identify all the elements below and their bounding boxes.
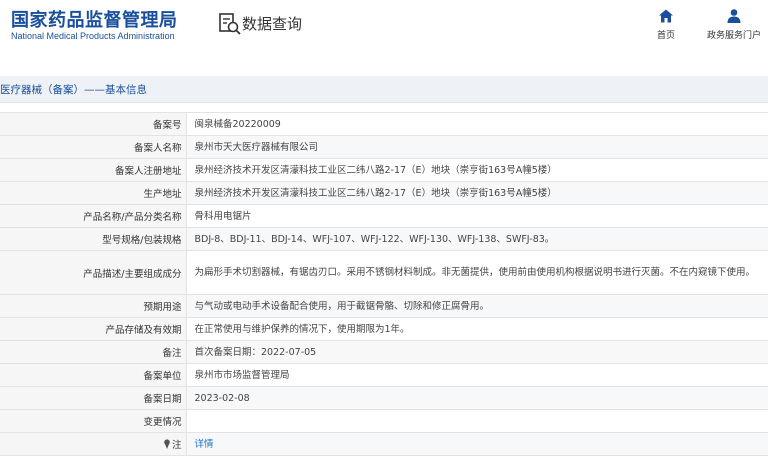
table-row: 备案号 闽泉械备20220009	[0, 112, 768, 136]
row-value: 2023-02-08	[186, 386, 768, 410]
table-row: 备注 首次备案日期：2022-07-05	[0, 340, 768, 364]
nav-home[interactable]: 首页	[648, 8, 684, 41]
table-row: 预期用途 与气动或电动手术设备配合使用，用于截锯骨骼、切除和修正腐骨用。	[0, 294, 768, 318]
nav-home-label: 首页	[656, 31, 675, 41]
row-value: 骨科用电锯片	[186, 204, 768, 228]
row-label: 产品描述/主要组成成分	[0, 250, 187, 295]
row-label: 备注	[0, 340, 187, 364]
table-row: 生产地址 泉州经济技术开发区清濛科技工业区二纬八路2-17（E）地块（崇亨街16…	[0, 181, 768, 205]
table-row: 备案人注册地址 泉州经济技术开发区清濛科技工业区二纬八路2-17（E）地块（崇亨…	[0, 158, 768, 182]
row-label: 产品名称/产品分类名称	[0, 204, 187, 228]
table-row: 注 详情	[0, 432, 768, 456]
row-label: 预期用途	[0, 294, 187, 318]
row-value: 为扁形手术切割器械，有锯齿刃口。采用不锈钢材料制成。非无菌提供，使用前由使用机构…	[186, 250, 768, 295]
row-label: 备案单位	[0, 363, 187, 387]
breadcrumb-bar: 医疗器械（备案）——基本信息	[0, 76, 768, 103]
row-label: 备案日期	[0, 386, 187, 410]
row-label: 备案人注册地址	[0, 158, 187, 182]
nav-portal[interactable]: 政务服务门户	[702, 8, 766, 41]
row-label: 备案人名称	[0, 135, 187, 159]
row-value: 泉州经济技术开发区清濛科技工业区二纬八路2-17（E）地块（崇亨街163号A幢5…	[186, 181, 768, 205]
row-label: 产品存储及有效期	[0, 317, 187, 341]
row-value: 与气动或电动手术设备配合使用，用于截锯骨骼、切除和修正腐骨用。	[186, 294, 768, 318]
row-value: 闽泉械备20220009	[186, 112, 768, 136]
row-value	[186, 409, 768, 433]
table-row: 变更情况	[0, 409, 768, 433]
table-row: 备案日期 2023-02-08	[0, 386, 768, 410]
pin-icon	[164, 439, 170, 449]
row-value: 泉州市天大医疗器械有限公司	[186, 135, 768, 159]
table-row: 型号规格/包装规格 BDJ-8、BDJ-11、BDJ-14、WFJ-107、WF…	[0, 227, 768, 251]
row-label: 备案号	[0, 112, 187, 136]
data-search-icon	[219, 13, 241, 35]
details-link[interactable]: 详情	[195, 439, 214, 450]
row-label: 注	[0, 432, 187, 456]
row-label: 型号规格/包装规格	[0, 227, 187, 251]
row-value: 在正常使用与维护保养的情况下，使用期限为1年。	[186, 317, 768, 341]
row-value: 首次备案日期：2022-07-05	[186, 340, 768, 364]
table-row: 备案单位 泉州市市场监督管理局	[0, 363, 768, 387]
row-label: 生产地址	[0, 181, 187, 205]
row-value: 详情	[186, 432, 768, 456]
row-value: BDJ-8、BDJ-11、BDJ-14、WFJ-107、WFJ-122、WFJ-…	[186, 227, 768, 251]
table-row: 产品存储及有效期 在正常使用与维护保养的情况下，使用期限为1年。	[0, 317, 768, 341]
row-value: 泉州经济技术开发区清濛科技工业区二纬八路2-17（E）地块（崇亨街163号A幢5…	[186, 158, 768, 182]
note-label: 注	[171, 440, 182, 451]
row-label: 变更情况	[0, 409, 187, 433]
table-row: 备案人名称 泉州市天大医疗器械有限公司	[0, 135, 768, 159]
table-row: 产品描述/主要组成成分 为扁形手术切割器械，有锯齿刃口。采用不锈钢材料制成。非无…	[0, 250, 768, 295]
user-icon	[727, 9, 741, 23]
row-value: 泉州市市场监督管理局	[186, 363, 768, 387]
site-logo-en[interactable]: National Medical Products Administration	[11, 31, 175, 41]
page-title: 数据查询	[242, 15, 303, 33]
home-icon	[659, 9, 673, 23]
nav-portal-label: 政务服务门户	[706, 31, 761, 41]
table-row: 产品名称/产品分类名称 骨科用电锯片	[0, 204, 768, 228]
site-logo-cn[interactable]: 国家药品监督管理局	[11, 6, 178, 32]
site-header: 国家药品监督管理局 National Medical Products Admi…	[0, 0, 768, 62]
breadcrumb: 医疗器械（备案）——基本信息	[0, 84, 147, 96]
record-detail-table: 备案号 闽泉械备20220009 备案人名称 泉州市天大医疗器械有限公司 备案人…	[0, 112, 768, 456]
